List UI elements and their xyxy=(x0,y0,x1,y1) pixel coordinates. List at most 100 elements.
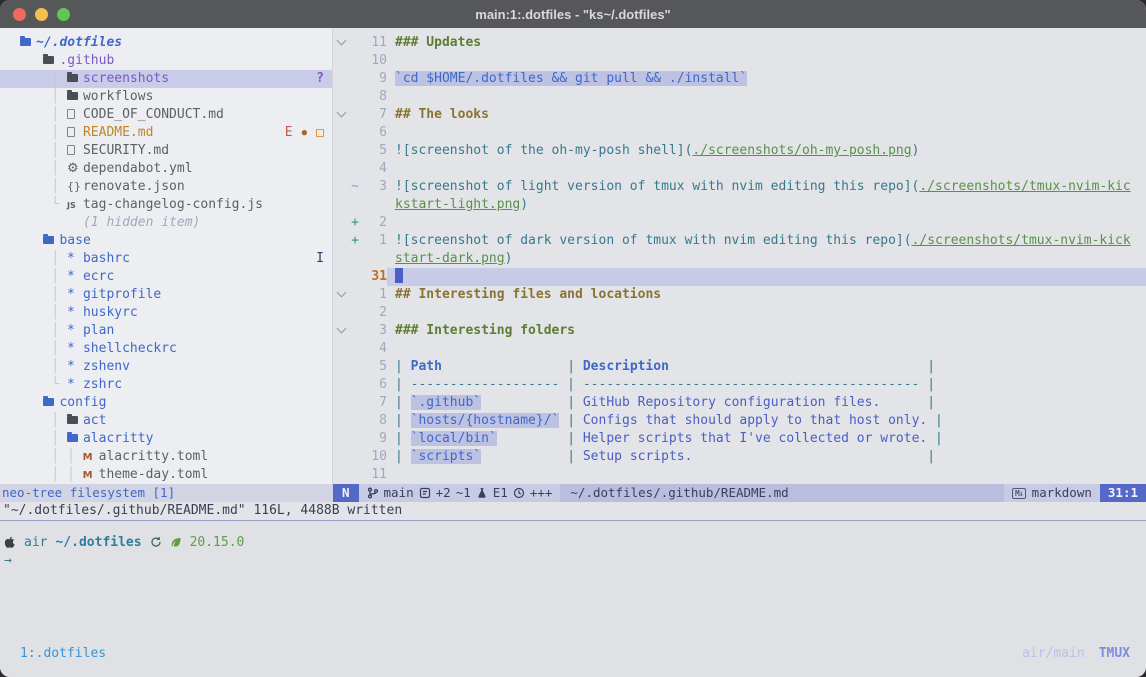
gutter-sign xyxy=(349,124,361,142)
tree-item-config[interactable]: config xyxy=(0,394,332,412)
editor-line-1[interactable]: 1## Interesting files and locations xyxy=(333,286,1146,304)
clock-icon xyxy=(513,487,525,499)
folder-open-icon xyxy=(20,34,36,52)
editor-line-2[interactable]: +2 xyxy=(333,214,1146,232)
editor-line-wrap[interactable]: kstart-light.png) xyxy=(333,196,1146,214)
editor-line-4[interactable]: 4 xyxy=(333,160,1146,178)
tree-item-alacritty[interactable]: │ alacritty xyxy=(0,430,332,448)
tree-item-dotfiles[interactable]: ~/.dotfiles xyxy=(0,34,332,52)
editor-line-2[interactable]: 2 xyxy=(333,304,1146,322)
tree-item-workflows[interactable]: │ workflows xyxy=(0,88,332,106)
tree-item-label: huskyrc xyxy=(83,305,138,320)
folder-open-icon xyxy=(43,52,59,70)
editor-line-8[interactable]: 8 xyxy=(333,88,1146,106)
editor-line-9[interactable]: 9| `local/bin` | Helper scripts that I'v… xyxy=(333,430,1146,448)
tree-item-label: config xyxy=(59,395,106,410)
tree-item-label: zshenv xyxy=(83,359,130,374)
tree-item-dependabot-yml[interactable]: │ ⚙dependabot.yml xyxy=(0,160,332,178)
tree-item-label: dependabot.yml xyxy=(83,161,193,176)
editor-line-10[interactable]: 10 xyxy=(333,52,1146,70)
editor-line-11[interactable]: 11### Updates xyxy=(333,34,1146,52)
gutter-sign xyxy=(349,52,361,70)
fold-column xyxy=(333,178,349,196)
tree-item-plan[interactable]: │ *plan xyxy=(0,322,332,340)
editor-lines: 11### Updates109`cd $HOME/.dotfiles && g… xyxy=(333,34,1146,484)
m-red-mark: E xyxy=(285,124,293,142)
shell-prompt: air ~/.dotfiles 20.15.0 xyxy=(4,531,1146,553)
star-icon: * xyxy=(67,322,83,340)
editor-line-5[interactable]: 5![screenshot of the oh-my-posh shell](.… xyxy=(333,142,1146,160)
neotree-panel: ~/.dotfiles .github │ screenshots? │ wor… xyxy=(0,28,333,484)
line-number: 4 xyxy=(361,160,387,178)
line-number: 8 xyxy=(361,412,387,430)
markdown-icon: M↓ xyxy=(1012,488,1026,499)
tree-item-base[interactable]: base xyxy=(0,232,332,250)
editor-line-4[interactable]: 4 xyxy=(333,340,1146,358)
tree-item-readme-md[interactable]: │ README.mdE● xyxy=(0,124,332,142)
gutter-sign: + xyxy=(349,214,361,232)
editor-line-8[interactable]: 8| `hosts/{hostname}/` | Configs that sh… xyxy=(333,412,1146,430)
editor-line-6[interactable]: 6 xyxy=(333,124,1146,142)
editor-line-11[interactable]: 11 xyxy=(333,466,1146,484)
editor-line-31[interactable]: 31 xyxy=(333,268,1146,286)
tree-item-shellcheckrc[interactable]: │ *shellcheckrc xyxy=(0,340,332,358)
line-number: 9 xyxy=(361,70,387,88)
tree-item-1-hidden-item[interactable]: (1 hidden item) xyxy=(0,214,332,232)
editor-line-3[interactable]: 3### Interesting folders xyxy=(333,322,1146,340)
editor-line-3[interactable]: ~3![screenshot of light version of tmux … xyxy=(333,178,1146,196)
tree-item-label: (1 hidden item) xyxy=(83,215,200,230)
fold-column xyxy=(333,376,349,394)
tree-item-gitprofile[interactable]: │ *gitprofile xyxy=(0,286,332,304)
prompt-arrow[interactable]: → xyxy=(4,553,1146,575)
tree-item-alacritty-toml[interactable]: │ │ Malacritty.toml xyxy=(0,448,332,466)
gutter-sign xyxy=(349,304,361,322)
tree-item-theme-day-toml[interactable]: │ │ Mtheme-day.toml xyxy=(0,466,332,484)
m-sq-mark xyxy=(316,129,324,137)
fold-column xyxy=(333,268,349,286)
tree-item-screenshots[interactable]: │ screenshots? xyxy=(0,70,332,88)
tree-item-zshrc[interactable]: └ *zshrc xyxy=(0,376,332,394)
gutter-sign xyxy=(349,160,361,178)
line-text: ### Interesting folders xyxy=(387,322,1146,340)
tree-item-huskyrc[interactable]: │ *huskyrc xyxy=(0,304,332,322)
line-number: 8 xyxy=(361,88,387,106)
tree-item-tag-changelog-config-js[interactable]: └ JStag-changelog-config.js xyxy=(0,196,332,214)
fold-column xyxy=(333,394,349,412)
node-version: 20.15.0 xyxy=(190,535,245,550)
editor-line-10[interactable]: 10| `scripts` | Setup scripts. | xyxy=(333,448,1146,466)
editor-line-9[interactable]: 9`cd $HOME/.dotfiles && git pull && ./in… xyxy=(333,70,1146,88)
toml-icon: M xyxy=(83,466,99,484)
line-text: | Path | Description | xyxy=(387,358,1146,376)
tree-item-label: gitprofile xyxy=(83,287,161,302)
editor-line-5[interactable]: 5| Path | Description | xyxy=(333,358,1146,376)
tree-item-bashrc[interactable]: │ *bashrcI xyxy=(0,250,332,268)
tree-item-renovate-json[interactable]: │ {}renovate.json xyxy=(0,178,332,196)
line-text: ![screenshot of light version of tmux wi… xyxy=(387,178,1146,196)
tree-item-code-of-conduct-md[interactable]: │ CODE_OF_CONDUCT.md xyxy=(0,106,332,124)
tree-item-act[interactable]: │ act xyxy=(0,412,332,430)
fold-column xyxy=(333,430,349,448)
fold-column xyxy=(333,232,349,250)
line-text: | `local/bin` | Helper scripts that I've… xyxy=(387,430,1146,448)
tree-item-security-md[interactable]: │ SECURITY.md xyxy=(0,142,332,160)
gutter-sign xyxy=(349,394,361,412)
editor-line-wrap[interactable]: start-dark.png) xyxy=(333,250,1146,268)
editor-line-1[interactable]: +1![screenshot of dark version of tmux w… xyxy=(333,232,1146,250)
editor-line-6[interactable]: 6| ------------------- | ---------------… xyxy=(333,376,1146,394)
js-icon: JS xyxy=(67,196,83,215)
fold-column xyxy=(333,466,349,484)
line-number: 6 xyxy=(361,376,387,394)
line-number: 7 xyxy=(361,394,387,412)
gutter-sign: ~ xyxy=(349,178,361,196)
fold-column xyxy=(333,196,349,214)
line-text: | `scripts` | Setup scripts. | xyxy=(387,448,1146,466)
tree-item-github[interactable]: .github xyxy=(0,52,332,70)
shell-pane[interactable]: air ~/.dotfiles 20.15.0 → 1:.dotfiles ai… xyxy=(0,521,1146,677)
tree-item-ecrc[interactable]: │ *ecrc xyxy=(0,268,332,286)
tmux-window-1[interactable]: 1:.dotfiles xyxy=(20,646,106,661)
tree-item-zshenv[interactable]: │ *zshenv xyxy=(0,358,332,376)
line-text xyxy=(387,160,1146,178)
neotree-statusline: neo-tree filesystem [1] xyxy=(0,484,333,502)
editor-line-7[interactable]: 7| `.github` | GitHub Repository configu… xyxy=(333,394,1146,412)
editor-line-7[interactable]: 7## The looks xyxy=(333,106,1146,124)
